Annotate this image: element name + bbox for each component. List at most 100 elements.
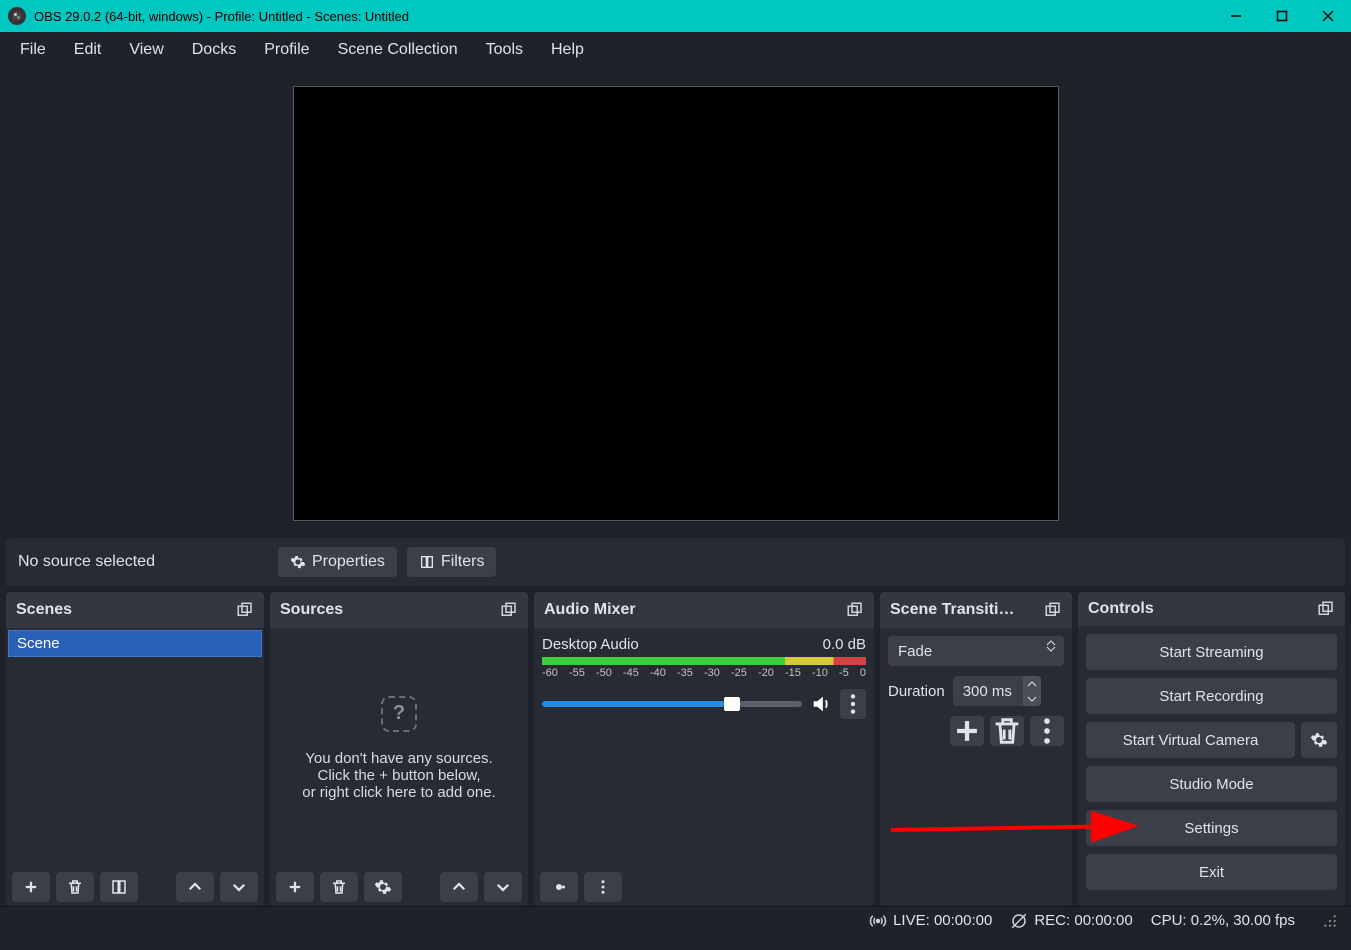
record-off-icon — [1010, 912, 1028, 930]
duration-spinbox[interactable]: 300 ms — [953, 676, 1041, 706]
transition-selected: Fade — [898, 643, 932, 660]
track-level: 0.0 dB — [823, 636, 866, 653]
menu-tools[interactable]: Tools — [472, 35, 537, 65]
transition-select[interactable]: Fade — [888, 636, 1064, 666]
track-name: Desktop Audio — [542, 636, 639, 653]
preview-canvas[interactable] — [293, 86, 1059, 521]
popout-icon[interactable] — [1317, 600, 1335, 618]
live-status: LIVE: 00:00:00 — [893, 912, 992, 929]
start-recording-button[interactable]: Start Recording — [1086, 678, 1337, 714]
spin-down-icon[interactable] — [1023, 691, 1041, 706]
question-icon: ? — [381, 696, 417, 732]
tick: -30 — [704, 667, 720, 679]
tick: -10 — [812, 667, 828, 679]
window-title: OBS 29.0.2 (64-bit, windows) - Profile: … — [34, 9, 1213, 24]
filters-label: Filters — [441, 553, 485, 571]
preview-region — [0, 68, 1351, 538]
properties-label: Properties — [312, 553, 385, 571]
meter-ticks: -60 -55 -50 -45 -40 -35 -30 -25 -20 -15 … — [542, 667, 866, 679]
start-virtual-camera-button[interactable]: Start Virtual Camera — [1086, 722, 1295, 758]
obs-logo-icon — [8, 7, 26, 25]
volume-slider[interactable] — [542, 701, 802, 707]
tick: -5 — [839, 667, 849, 679]
tick: -15 — [785, 667, 801, 679]
maximize-button[interactable] — [1259, 0, 1305, 32]
move-source-down-button[interactable] — [484, 872, 522, 902]
tick: -25 — [731, 667, 747, 679]
status-bar: LIVE: 00:00:00 REC: 00:00:00 CPU: 0.2%, … — [0, 906, 1351, 934]
track-menu-button[interactable] — [840, 689, 866, 719]
controls-dock: Controls Start Streaming Start Recording… — [1078, 592, 1345, 906]
tick: -60 — [542, 667, 558, 679]
minimize-button[interactable] — [1213, 0, 1259, 32]
add-source-button[interactable] — [276, 872, 314, 902]
scene-transitions-dock: Scene Transiti… Fade Duration 300 ms — [880, 592, 1072, 906]
controls-title: Controls — [1088, 600, 1154, 618]
scene-filters-button[interactable] — [100, 872, 138, 902]
window-titlebar: OBS 29.0.2 (64-bit, windows) - Profile: … — [0, 0, 1351, 32]
sources-title: Sources — [280, 601, 343, 619]
duration-value: 300 ms — [963, 683, 1012, 700]
popout-icon[interactable] — [1044, 601, 1062, 619]
move-source-up-button[interactable] — [440, 872, 478, 902]
add-transition-button[interactable] — [950, 716, 984, 746]
tick: -55 — [569, 667, 585, 679]
scenes-title: Scenes — [16, 601, 72, 619]
tick: -35 — [677, 667, 693, 679]
menu-docks[interactable]: Docks — [178, 35, 250, 65]
duration-label: Duration — [888, 683, 945, 700]
properties-button[interactable]: Properties — [278, 547, 397, 577]
start-streaming-button[interactable]: Start Streaming — [1086, 634, 1337, 670]
popout-icon[interactable] — [500, 601, 518, 619]
menu-view[interactable]: View — [115, 35, 177, 65]
mixer-menu-button[interactable] — [584, 872, 622, 902]
close-button[interactable] — [1305, 0, 1351, 32]
audio-meter — [542, 657, 866, 665]
menu-edit[interactable]: Edit — [60, 35, 116, 65]
source-properties-button[interactable] — [364, 872, 402, 902]
scenes-dock: Scenes Scene — [6, 592, 264, 906]
tick: -45 — [623, 667, 639, 679]
gear-icon — [290, 554, 306, 570]
tick: 0 — [860, 667, 866, 679]
scene-item[interactable]: Scene — [8, 630, 262, 657]
popout-icon[interactable] — [236, 601, 254, 619]
exit-button[interactable]: Exit — [1086, 854, 1337, 890]
remove-transition-button[interactable] — [990, 716, 1024, 746]
studio-mode-button[interactable]: Studio Mode — [1086, 766, 1337, 802]
settings-button[interactable]: Settings — [1086, 810, 1337, 846]
move-scene-down-button[interactable] — [220, 872, 258, 902]
audio-mixer-title: Audio Mixer — [544, 601, 636, 619]
rec-status: REC: 00:00:00 — [1034, 912, 1132, 929]
speaker-icon[interactable] — [810, 693, 832, 715]
menu-file[interactable]: File — [6, 35, 60, 65]
filters-button[interactable]: Filters — [407, 547, 497, 577]
resize-grip-icon[interactable] — [1323, 914, 1337, 928]
menu-scene-collection[interactable]: Scene Collection — [324, 35, 472, 65]
menu-help[interactable]: Help — [537, 35, 598, 65]
sources-empty-line1: You don't have any sources. — [305, 750, 492, 767]
spin-up-icon[interactable] — [1023, 676, 1041, 691]
broadcast-icon — [869, 912, 887, 930]
transition-menu-button[interactable] — [1030, 716, 1064, 746]
virtual-camera-settings-button[interactable] — [1301, 722, 1337, 758]
remove-source-button[interactable] — [320, 872, 358, 902]
sources-empty-line2: Click the + button below, — [317, 767, 480, 784]
source-context-toolbar: No source selected Properties Filters — [6, 538, 1345, 586]
menu-profile[interactable]: Profile — [250, 35, 323, 65]
move-scene-up-button[interactable] — [176, 872, 214, 902]
tick: -20 — [758, 667, 774, 679]
sources-dock: Sources ? You don't have any sources. Cl… — [270, 592, 528, 906]
tick: -40 — [650, 667, 666, 679]
cpu-status: CPU: 0.2%, 30.00 fps — [1151, 912, 1295, 929]
advanced-audio-button[interactable] — [540, 872, 578, 902]
sources-empty-state[interactable]: ? You don't have any sources. Click the … — [278, 636, 520, 860]
menu-bar: File Edit View Docks Profile Scene Colle… — [0, 32, 1351, 68]
remove-scene-button[interactable] — [56, 872, 94, 902]
no-source-selected-label: No source selected — [18, 553, 268, 571]
mixer-track: Desktop Audio 0.0 dB -60 -55 -5 0 -45 -40… — [542, 636, 866, 719]
add-scene-button[interactable] — [12, 872, 50, 902]
popout-icon[interactable] — [846, 601, 864, 619]
sources-empty-line3: or right click here to add one. — [302, 784, 495, 801]
audio-mixer-dock: Audio Mixer Desktop Audio 0.0 dB -60 -55… — [534, 592, 874, 906]
